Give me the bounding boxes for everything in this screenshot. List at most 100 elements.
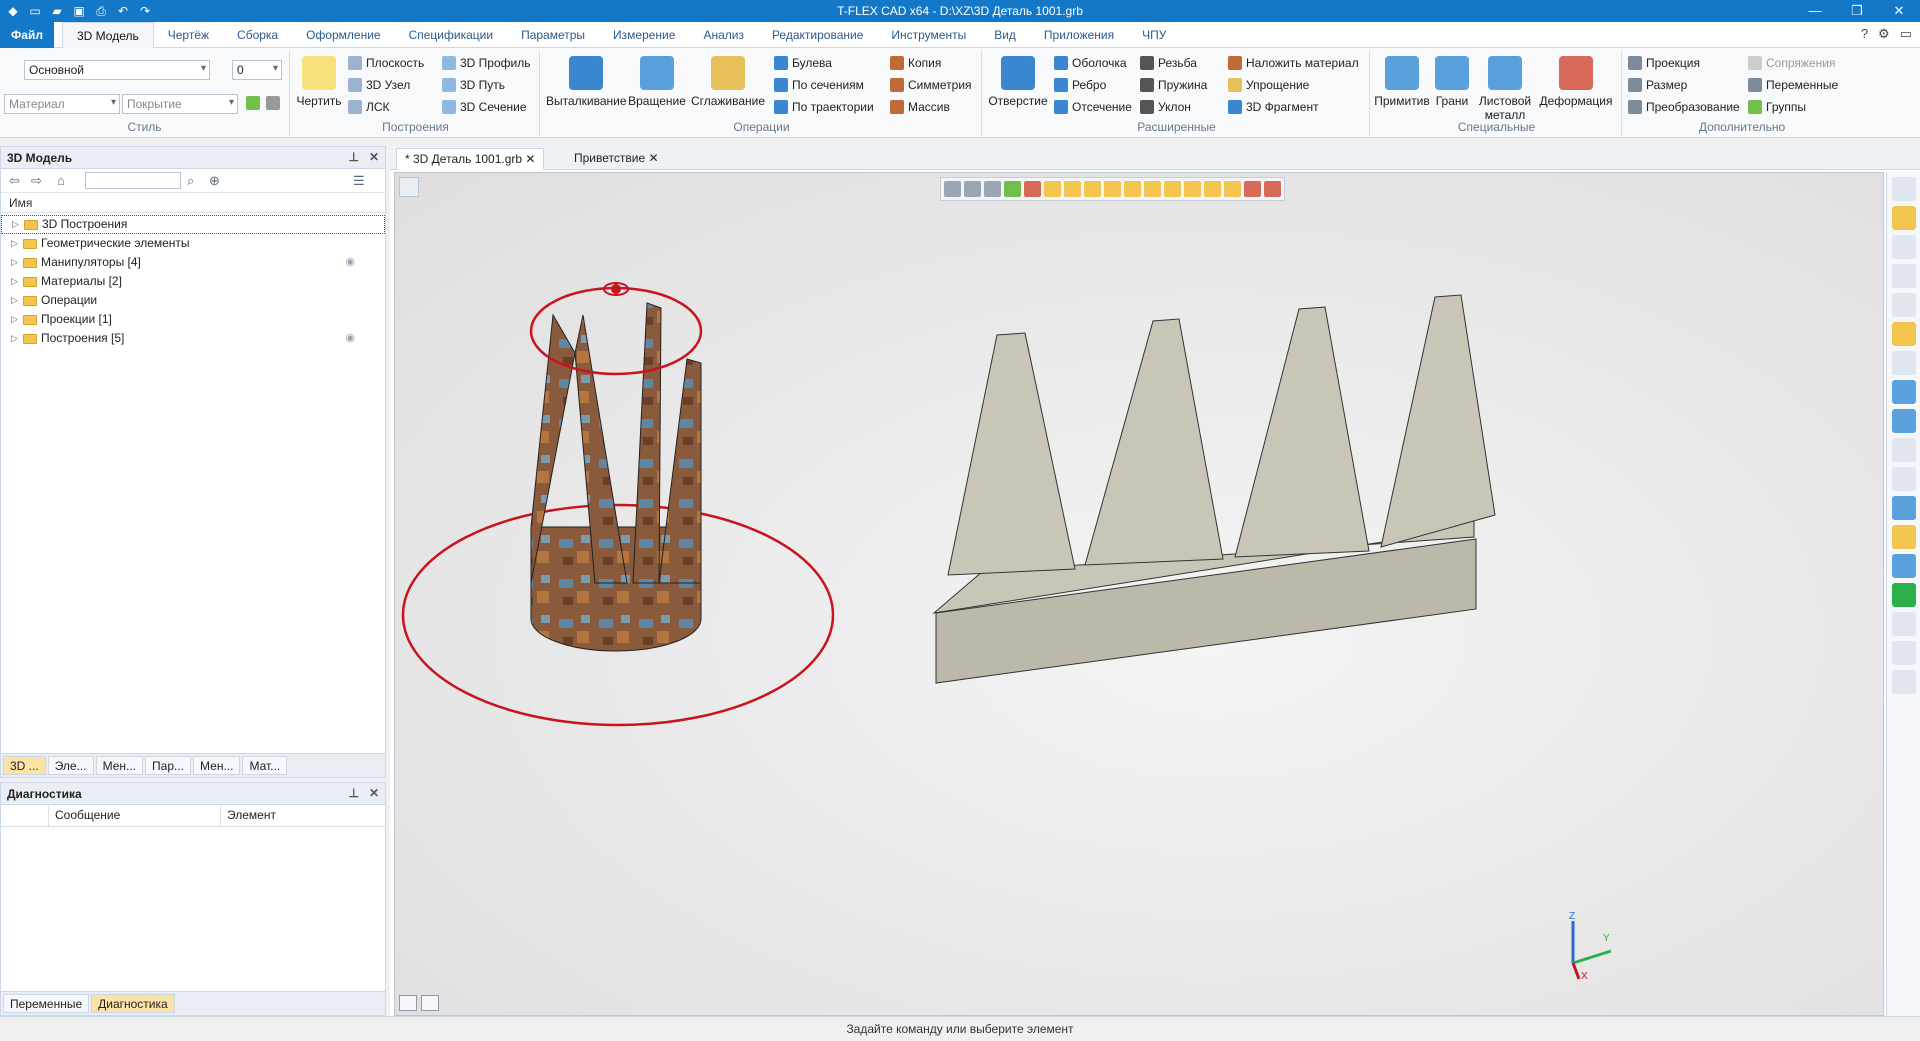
minimize-button[interactable]: — — [1794, 0, 1836, 22]
search-icon[interactable]: ⌕ — [187, 173, 194, 189]
material-icon[interactable] — [1892, 583, 1916, 607]
tab-applications[interactable]: Приложения — [1030, 22, 1128, 48]
draft-button[interactable]: Уклон — [1140, 100, 1191, 114]
expand-icon[interactable]: ▷ — [11, 291, 21, 310]
cut-button[interactable]: Отсечение — [1054, 100, 1132, 114]
tree-item[interactable]: ▷ Материалы [2] — [1, 272, 385, 291]
glasses-icon[interactable] — [1892, 322, 1916, 346]
color-palette-icon[interactable] — [246, 96, 260, 110]
expand-icon[interactable]: ▷ — [11, 272, 21, 291]
layout-icon[interactable]: ▭ — [1900, 26, 1912, 42]
draw-button[interactable]: Чертить — [296, 54, 342, 108]
tab-view[interactable]: Вид — [980, 22, 1030, 48]
expand-icon[interactable]: ▷ — [11, 329, 21, 348]
tree-item[interactable]: ▷ 3D Построения — [1, 215, 385, 234]
3d-path-button[interactable]: 3D Путь — [442, 78, 505, 92]
apply-material-button[interactable]: Наложить материал — [1228, 56, 1359, 70]
message-column[interactable]: Сообщение — [49, 805, 221, 826]
faces-button[interactable]: Грани — [1430, 54, 1474, 108]
copy-button[interactable]: Копия — [890, 56, 941, 70]
cube-check-icon[interactable] — [1892, 380, 1916, 404]
thread-button[interactable]: Резьба — [1140, 56, 1197, 70]
3d-node-button[interactable]: 3D Узел — [348, 78, 410, 92]
3d-viewport[interactable]: Z Y X — [394, 172, 1884, 1016]
rib-button[interactable]: Ребро — [1054, 78, 1106, 92]
render-icon[interactable] — [1892, 554, 1916, 578]
loft-button[interactable]: По сечениям — [774, 78, 864, 92]
layer-combo[interactable]: Основной — [24, 60, 210, 80]
pin-icon[interactable]: ⊥ — [348, 786, 358, 800]
simplify-button[interactable]: Упрощение — [1228, 78, 1309, 92]
expand-icon[interactable]: ▷ — [12, 215, 22, 234]
tab-assembly[interactable]: Сборка — [223, 22, 292, 48]
tab-3d-model[interactable]: 3D Модель — [62, 22, 154, 48]
plane-button[interactable]: Плоскость — [348, 56, 424, 70]
expand-icon[interactable]: ▷ — [11, 253, 21, 272]
tab-annotation[interactable]: Оформление — [292, 22, 394, 48]
close-panel-icon[interactable]: ✕ — [369, 786, 379, 800]
tree-item[interactable]: ▷ Построения [5] ◉ — [1, 329, 385, 348]
doc-tab-detail[interactable]: * 3D Деталь 1001.grb ✕ — [396, 148, 545, 170]
camera-icon[interactable] — [1892, 612, 1916, 636]
sheet-tooth[interactable] — [1084, 318, 1224, 566]
extrude-button[interactable]: Выталкивание — [546, 54, 627, 108]
filter-combo[interactable] — [85, 172, 181, 189]
spring-button[interactable]: Пружина — [1140, 78, 1207, 92]
tree-item[interactable]: ▷ Операции — [1, 291, 385, 310]
box-shade-icon[interactable] — [1892, 525, 1916, 549]
tab-elements[interactable]: Эле... — [47, 756, 94, 775]
smoothing-button[interactable]: Сглаживание — [688, 54, 768, 108]
groups-button[interactable]: Группы — [1748, 100, 1806, 114]
primitive-button[interactable]: Примитив — [1374, 54, 1430, 108]
visibility-eye-icon[interactable]: ◉ — [345, 329, 355, 348]
tab-tools[interactable]: Инструменты — [877, 22, 980, 48]
color-swatch-icon[interactable] — [266, 96, 280, 110]
file-menu-button[interactable]: Файл — [0, 22, 54, 48]
tab-analysis[interactable]: Анализ — [689, 22, 758, 48]
boolean-button[interactable]: Булева — [774, 56, 832, 70]
deformation-button[interactable]: Деформация — [1536, 54, 1616, 108]
priority-spin[interactable]: 0 — [232, 60, 282, 80]
close-tab-icon[interactable]: ✕ — [648, 151, 658, 165]
3d-fragment-button[interactable]: 3D Фрагмент — [1228, 100, 1319, 114]
tab-editing[interactable]: Редактирование — [758, 22, 877, 48]
lcs-button[interactable]: ЛСК — [348, 100, 390, 114]
manipulator-point[interactable] — [611, 284, 621, 294]
variables-button[interactable]: Переменные — [1748, 78, 1838, 92]
window-view-icon[interactable] — [1892, 177, 1916, 201]
tab-specifications[interactable]: Спецификации — [395, 22, 507, 48]
transform-button[interactable]: Преобразование — [1628, 100, 1740, 114]
tab-measure[interactable]: Измерение — [599, 22, 689, 48]
tab-parameters-panel[interactable]: Пар... — [145, 756, 192, 775]
mates-button[interactable]: Сопряжения — [1748, 56, 1835, 70]
home-icon[interactable]: ⌂ — [57, 173, 65, 188]
mirror-button[interactable]: Симметрия — [890, 78, 972, 92]
tab-3d-model-panel[interactable]: 3D ... — [3, 756, 46, 775]
tree-item[interactable]: ▷ Проекции [1] — [1, 310, 385, 329]
material-combo[interactable]: Материал — [4, 94, 120, 114]
tab-drawing[interactable]: Чертёж — [154, 22, 223, 48]
expand-icon[interactable]: ▷ — [11, 310, 21, 329]
target-icon[interactable]: ⊕ — [209, 173, 220, 189]
zoom-icon[interactable] — [1892, 235, 1916, 259]
expand-icon[interactable]: ▷ — [11, 234, 21, 253]
tool-icon[interactable] — [1892, 641, 1916, 665]
tab-cnc[interactable]: ЧПУ — [1128, 22, 1180, 48]
array-button[interactable]: Массив — [890, 100, 950, 114]
element-column[interactable]: Элемент — [221, 805, 385, 826]
hole-button[interactable]: Отверстие — [988, 54, 1048, 108]
tree-item[interactable]: ▷ Геометрические элементы — [1, 234, 385, 253]
zoom-out-icon[interactable] — [1892, 293, 1916, 317]
sheet-tooth[interactable] — [1380, 294, 1496, 548]
tab-materials[interactable]: Мат... — [242, 756, 288, 775]
sweep-button[interactable]: По траектории — [774, 100, 874, 114]
rusted-petal[interactable] — [658, 358, 702, 584]
tab-menu[interactable]: Мен... — [193, 756, 241, 775]
shell-button[interactable]: Оболочка — [1054, 56, 1127, 70]
wireframe-icon[interactable] — [1892, 467, 1916, 491]
coating-combo[interactable]: Покрытие — [122, 94, 238, 114]
sheet-metal-button[interactable]: Листовой металл — [1474, 54, 1536, 122]
close-tab-icon[interactable]: ✕ — [525, 152, 535, 166]
close-button[interactable]: ✕ — [1878, 0, 1920, 22]
tab-parameters[interactable]: Параметры — [507, 22, 599, 48]
